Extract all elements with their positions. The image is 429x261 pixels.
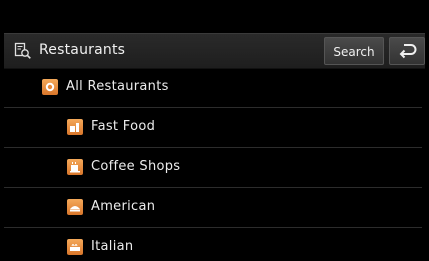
list-item-fast-food[interactable]: Fast Food [4, 108, 422, 148]
page-title: Restaurants [39, 42, 126, 58]
list-item-label: Fast Food [91, 119, 156, 134]
list-item-label: All Restaurants [66, 79, 169, 94]
poi-search-icon [14, 42, 32, 60]
list-item-italian[interactable]: Italian [4, 228, 422, 261]
coffee-cup-icon [67, 159, 83, 175]
back-arrow-icon [399, 44, 417, 59]
american-food-icon [67, 199, 83, 215]
restaurant-category-list: All Restaurants Fast Food Coffee Shops A… [4, 68, 422, 261]
italian-food-icon [67, 239, 83, 255]
restaurants-screen: Restaurants Search All Restaurants Fast … [4, 6, 425, 261]
header-bar: Restaurants Search [4, 33, 425, 69]
list-item-label: American [91, 199, 156, 214]
back-button[interactable] [389, 37, 425, 65]
list-item-coffee-shops[interactable]: Coffee Shops [4, 148, 422, 188]
list-item-american[interactable]: American [4, 188, 422, 228]
list-item-label: Italian [91, 239, 134, 254]
fast-food-icon [67, 119, 83, 135]
restaurant-plate-icon [42, 79, 58, 95]
search-button[interactable]: Search [324, 37, 384, 65]
list-item-all-restaurants[interactable]: All Restaurants [4, 68, 422, 108]
list-item-label: Coffee Shops [91, 159, 181, 174]
